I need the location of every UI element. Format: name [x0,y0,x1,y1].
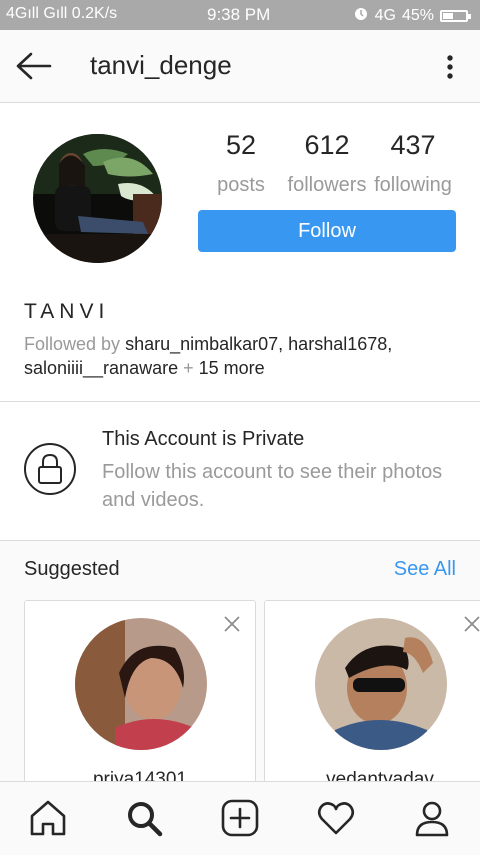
followed-by-prefix: Followed by [24,334,121,354]
back-arrow-icon[interactable] [14,48,54,84]
battery-percent: 45% [401,6,434,24]
alarm-icon [353,5,369,26]
header-username: tanvi_denge [90,50,232,80]
network-type: 4G [374,6,396,24]
followers-count[interactable]: 612 [284,130,370,161]
suggestion-avatar[interactable] [315,618,447,750]
following-count[interactable]: 437 [370,130,456,161]
close-icon[interactable] [223,615,241,633]
bottom-nav [0,781,480,855]
followed-by-more[interactable]: 15 more [199,358,265,378]
followed-by-plus: + [178,358,199,378]
close-icon[interactable] [463,615,480,633]
heart-icon[interactable] [314,796,358,840]
suggestion-card[interactable]: vedantyadav [264,600,480,800]
profile-icon[interactable] [410,796,454,840]
posts-count[interactable]: 52 [198,130,284,161]
battery-fill [443,12,453,19]
lock-icon [24,443,76,495]
followers-label: followers [287,174,367,196]
add-icon[interactable] [218,796,262,840]
status-bar: 4Gıll Gıll 0.2K/s 9:38 PM 4G 45% [0,0,480,30]
followed-by-user-1[interactable]: sharu_nimbalkar07 [125,334,278,354]
followed-by-user-2[interactable]: harshal1678 [288,334,387,354]
follow-button[interactable]: Follow [198,210,456,252]
status-right: 4G 45% [353,5,471,26]
suggestion-avatar[interactable] [75,618,207,750]
posts-label: posts [217,174,265,196]
signal-indicators: 4Gıll Gıll 0.2K/s [6,5,118,22]
followed-by-separator-2: , [387,334,393,354]
followed-by-separator-1: , [278,334,289,354]
profile-avatar[interactable] [33,134,162,263]
profile-full-name: TANVI [24,300,110,323]
private-title: This Account is Private [102,428,305,450]
more-vert-icon[interactable] [438,52,462,84]
suggested-title: Suggested [24,558,120,580]
followed-by-user-3[interactable]: saloniiii__ranaware [24,358,178,378]
followed-by-text[interactable]: Followed by sharu_nimbalkar07, harshal16… [24,332,464,380]
following-label: following [374,174,452,196]
see-all-link[interactable]: See All [394,558,456,581]
home-icon[interactable] [26,796,70,840]
search-icon[interactable] [122,796,166,840]
battery-icon [440,9,471,22]
suggestion-card[interactable]: priya14301 [24,600,256,800]
private-subtitle: Follow this account to see their photos … [102,461,443,511]
top-app-bar: tanvi_denge [0,30,480,103]
section-divider [0,401,480,402]
status-time: 9:38 PM [207,5,271,24]
